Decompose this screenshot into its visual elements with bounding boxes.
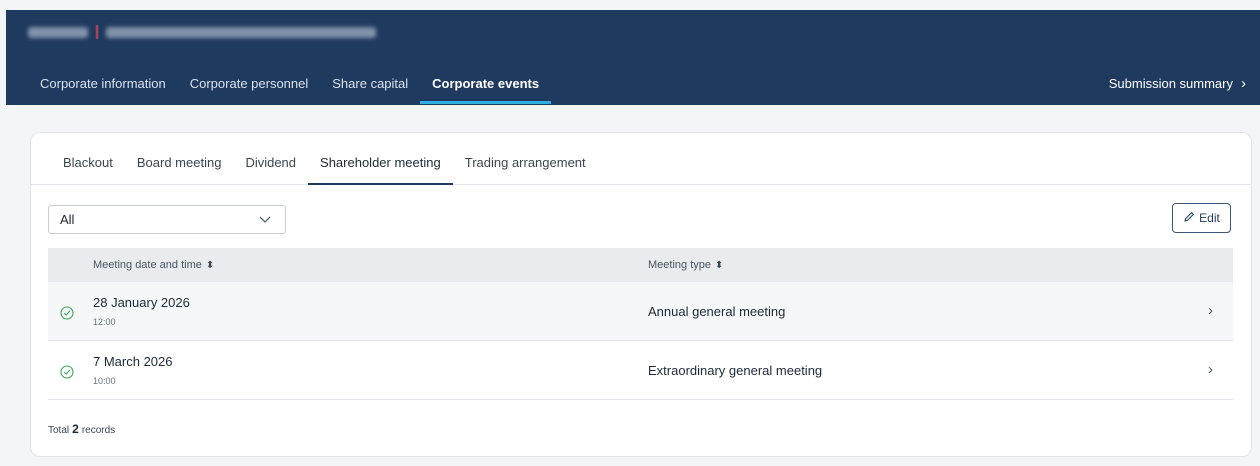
total-count: 2 [72,422,79,436]
tab-board-meeting[interactable]: Board meeting [125,155,234,184]
meeting-time: 12:00 [93,317,116,327]
redacted-text [106,26,376,38]
edit-button[interactable]: Edit [1172,203,1231,233]
total-suffix: records [81,425,116,436]
chevron-right-icon: › [1241,75,1246,92]
meeting-date: 7 March 2026 [93,354,173,369]
total-prefix: Total [48,425,70,436]
meetings-table: Meeting date and time ⬍ Meeting type ⬍ 2… [48,248,1233,400]
meeting-datetime: 7 March 2026 10:00 [93,354,173,386]
nav-tab-corporate-personnel[interactable]: Corporate personnel [178,72,321,103]
sort-icon[interactable]: ⬍ [715,260,723,271]
table-row[interactable]: 28 January 2026 12:00 Annual general mee… [48,282,1233,341]
meeting-date: 28 January 2026 [93,295,190,310]
meeting-datetime: 28 January 2026 12:00 [93,295,190,327]
company-title-redacted [28,21,380,43]
meeting-time: 10:00 [93,376,116,386]
pencil-icon [1183,211,1195,226]
nav-tab-share-capital[interactable]: Share capital [320,72,420,103]
column-header-meeting-date[interactable]: Meeting date and time ⬍ [48,259,604,271]
meeting-type: Extraordinary general meeting [648,363,823,378]
filter-select[interactable]: All [48,205,286,234]
tab-blackout[interactable]: Blackout [51,155,125,184]
nav-tab-corporate-information[interactable]: Corporate information [28,72,178,103]
chevron-down-icon [259,212,271,227]
content-card: Blackout Board meeting Dividend Sharehol… [30,132,1252,457]
nav-tab-corporate-events[interactable]: Corporate events [420,72,552,104]
check-circle-icon [60,306,74,320]
title-separator [96,25,98,39]
filter-selected-value: All [60,212,75,227]
main-nav: Corporate information Corporate personne… [28,72,552,104]
column-header-meeting-type[interactable]: Meeting type ⬍ [604,259,723,271]
chevron-right-icon[interactable]: › [1208,361,1213,378]
column-label: Meeting date and time [93,259,202,271]
tab-dividend[interactable]: Dividend [233,155,308,184]
sub-tabs: Blackout Board meeting Dividend Sharehol… [31,133,1251,185]
edit-label: Edit [1199,211,1220,225]
tab-shareholder-meeting[interactable]: Shareholder meeting [308,155,453,185]
submission-summary-label: Submission summary [1108,76,1233,91]
column-label: Meeting type [648,259,711,271]
total-records: Total 2 records [48,422,115,436]
meeting-type: Annual general meeting [648,304,786,319]
check-circle-icon [60,365,74,379]
submission-summary-link[interactable]: Submission summary › [1109,76,1246,91]
table-row[interactable]: 7 March 2026 10:00 Extraordinary general… [48,341,1233,400]
redacted-text [28,26,88,38]
top-header: Corporate information Corporate personne… [6,10,1260,105]
sort-icon[interactable]: ⬍ [206,260,214,271]
tab-trading-arrangement[interactable]: Trading arrangement [453,155,598,184]
table-header: Meeting date and time ⬍ Meeting type ⬍ [48,248,1233,282]
chevron-right-icon[interactable]: › [1208,302,1213,319]
